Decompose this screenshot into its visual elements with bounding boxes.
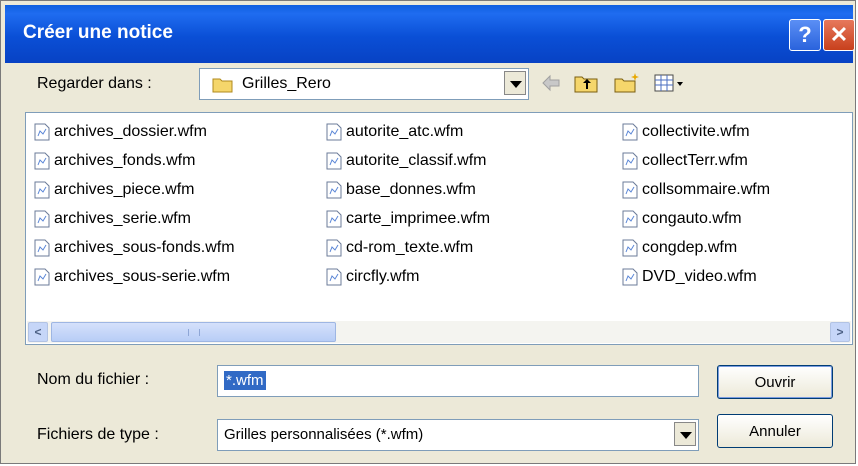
close-button[interactable]: ✕ — [823, 19, 855, 51]
file-name: archives_fonds.wfm — [54, 152, 196, 169]
file-item[interactable]: cd-rom_texte.wfm — [326, 237, 473, 259]
file-name: congauto.wfm — [642, 210, 742, 227]
file-item[interactable]: collectivite.wfm — [622, 121, 750, 143]
file-list[interactable]: archives_dossier.wfm archives_fonds.wfm … — [25, 112, 853, 345]
file-icon — [34, 239, 50, 257]
file-item[interactable]: archives_dossier.wfm — [34, 121, 207, 143]
file-name: base_donnes.wfm — [346, 181, 476, 198]
file-item[interactable]: circfly.wfm — [326, 266, 419, 288]
file-icon — [326, 268, 342, 286]
view-menu-icon[interactable] — [653, 71, 687, 95]
file-icon — [622, 210, 638, 228]
file-item[interactable]: autorite_atc.wfm — [326, 121, 463, 143]
file-icon — [326, 210, 342, 228]
file-name: DVD_video.wfm — [642, 268, 757, 285]
file-name: collsommaire.wfm — [642, 181, 771, 198]
file-name: archives_piece.wfm — [54, 181, 195, 198]
file-item[interactable]: carte_imprimee.wfm — [326, 208, 490, 230]
file-icon — [34, 210, 50, 228]
file-item[interactable]: archives_sous-fonds.wfm — [34, 237, 235, 259]
file-name: autorite_classif.wfm — [346, 152, 487, 169]
file-name: autorite_atc.wfm — [346, 123, 464, 140]
chevron-down-icon[interactable] — [674, 422, 696, 446]
file-item[interactable]: autorite_classif.wfm — [326, 150, 487, 172]
chevron-down-icon[interactable] — [504, 71, 526, 95]
file-item[interactable]: archives_fonds.wfm — [34, 150, 195, 172]
back-arrow-icon[interactable] — [539, 71, 563, 95]
look-in-dropdown[interactable]: Grilles_Rero — [199, 68, 529, 100]
file-item[interactable]: collectTerr.wfm — [622, 150, 748, 172]
file-icon — [622, 152, 638, 170]
file-icon — [326, 123, 342, 141]
file-icon — [34, 181, 50, 199]
file-name: archives_sous-serie.wfm — [54, 268, 231, 285]
file-item[interactable]: archives_piece.wfm — [34, 179, 195, 201]
file-icon — [326, 152, 342, 170]
file-name-input[interactable]: *.wfm — [217, 365, 699, 397]
file-item[interactable]: base_donnes.wfm — [326, 179, 476, 201]
file-icon — [622, 268, 638, 286]
file-item[interactable]: collsommaire.wfm — [622, 179, 770, 201]
folder-icon — [212, 78, 233, 93]
file-type-value: Grilles personnalisées (*.wfm) — [224, 426, 424, 443]
file-name: collectTerr.wfm — [642, 152, 748, 169]
file-name: carte_imprimee.wfm — [346, 210, 491, 227]
file-name: collectivite.wfm — [642, 123, 750, 140]
file-type-dropdown[interactable]: Grilles personnalisées (*.wfm) — [217, 419, 699, 451]
look-in-label: Regarder dans : — [37, 75, 152, 92]
file-type-label: Fichiers de type : — [37, 426, 159, 443]
file-icon — [622, 239, 638, 257]
scroll-right-button[interactable]: > — [830, 322, 850, 342]
file-name: archives_serie.wfm — [54, 210, 191, 227]
file-name-label: Nom du fichier : — [37, 371, 150, 388]
file-icon — [326, 181, 342, 199]
file-name-value: *.wfm — [224, 371, 266, 390]
help-button[interactable]: ? — [789, 19, 821, 51]
open-file-dialog: Créer une notice ? ✕ Regarder dans : Gri… — [0, 0, 856, 464]
new-folder-icon[interactable] — [613, 71, 641, 95]
dialog-title: Créer une notice — [23, 22, 173, 43]
title-bar[interactable]: Créer une notice ? ✕ — [5, 5, 855, 63]
file-name: archives_dossier.wfm — [54, 123, 207, 140]
up-folder-icon[interactable] — [573, 71, 599, 95]
cancel-button[interactable]: Annuler — [717, 414, 833, 448]
file-item[interactable]: DVD_video.wfm — [622, 266, 757, 288]
file-item[interactable]: archives_serie.wfm — [34, 208, 191, 230]
file-name: circfly.wfm — [346, 268, 420, 285]
open-button[interactable]: Ouvrir — [717, 365, 833, 399]
file-icon — [34, 268, 50, 286]
file-icon — [34, 152, 50, 170]
file-item[interactable]: congdep.wfm — [622, 237, 737, 259]
file-item[interactable]: archives_sous-serie.wfm — [34, 266, 230, 288]
look-in-value: Grilles_Rero — [242, 75, 331, 92]
file-icon — [622, 181, 638, 199]
horizontal-scrollbar[interactable]: < > — [27, 321, 851, 343]
scroll-left-button[interactable]: < — [28, 322, 48, 342]
scroll-thumb[interactable] — [51, 322, 336, 342]
file-icon — [622, 123, 638, 141]
file-item[interactable]: congauto.wfm — [622, 208, 742, 230]
file-name: cd-rom_texte.wfm — [346, 239, 474, 256]
file-icon — [34, 123, 50, 141]
file-name: congdep.wfm — [642, 239, 738, 256]
file-name: archives_sous-fonds.wfm — [54, 239, 235, 256]
file-icon — [326, 239, 342, 257]
